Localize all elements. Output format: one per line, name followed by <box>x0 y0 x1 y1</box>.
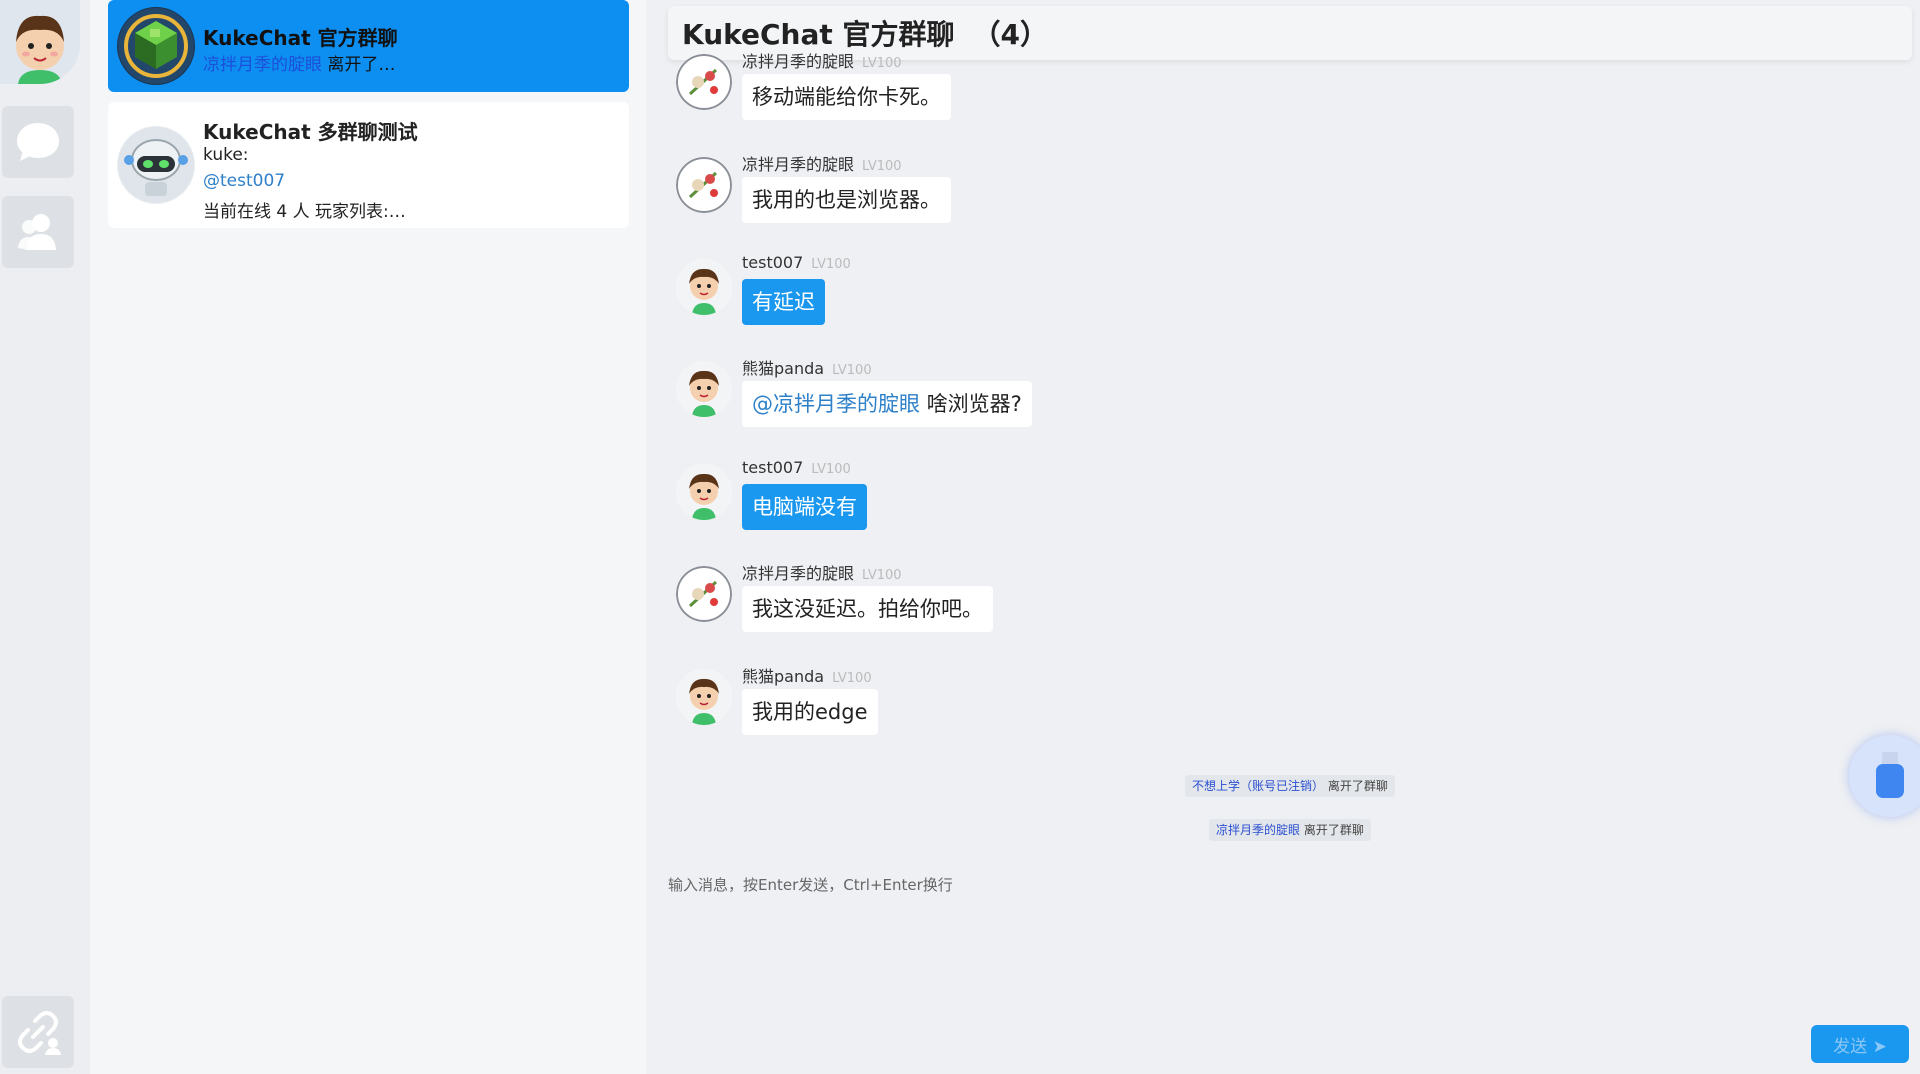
sender-name: test007 LV100 <box>742 458 851 477</box>
rail-chat-button[interactable] <box>2 106 74 178</box>
usb-drive-icon <box>1876 752 1904 798</box>
boy-avatar-icon <box>676 464 732 520</box>
sender-name-text: 熊猫panda <box>742 359 825 378</box>
member-count: （4） <box>972 18 1048 51</box>
contacts-icon <box>18 214 56 250</box>
sender-name-text: 熊猫panda <box>742 667 825 686</box>
level-badge: LV100 <box>832 671 872 686</box>
message-avatar[interactable] <box>676 566 732 622</box>
notice-user: 不想上学（账号已注销） <box>1192 779 1325 793</box>
message-text: 有延迟 <box>752 290 815 314</box>
sender-name: 熊猫panda LV100 <box>742 355 872 379</box>
level-badge: LV100 <box>811 462 851 477</box>
message-avatar[interactable] <box>676 361 732 417</box>
chat-message: 凉拌月季的腚眼 LV100 移动端能给你卡死。 <box>676 48 1276 144</box>
rose-avatar-icon <box>676 54 732 110</box>
message-bubble: 有延迟 <box>742 279 825 325</box>
robot-icon <box>118 127 194 203</box>
rail-contacts-button[interactable] <box>2 196 74 268</box>
notice-text: 离开了群聊 <box>1303 823 1364 837</box>
boy-avatar-icon <box>676 669 732 725</box>
message-text: 我这没延迟。拍给你吧。 <box>752 597 983 621</box>
sender-name-text: test007 <box>742 253 804 272</box>
message-avatar[interactable] <box>676 157 732 213</box>
sender-name: 熊猫panda LV100 <box>742 663 872 687</box>
preview-text: 离开了… <box>327 55 396 75</box>
sender-name-text: 凉拌月季的腚眼 <box>742 564 855 583</box>
sender-name: 凉拌月季的腚眼 LV100 <box>742 48 902 72</box>
conversation-preview: 凉拌月季的腚眼 离开了… <box>203 50 395 75</box>
chat-panel: KukeChat 官方群聊 （4） 凉拌月季的腚眼 LV100 移动端能给你卡死。凉… <box>646 0 1920 1074</box>
notice-text: 离开了群聊 <box>1327 779 1388 793</box>
group-avatar <box>117 126 195 204</box>
chat-message: 熊猫panda LV100 我用的edge <box>676 663 1276 759</box>
conversation-title: KukeChat 多群聊测试 <box>203 120 418 144</box>
chat-message: 凉拌月季的腚眼 LV100 我这没延迟。拍给你吧。 <box>676 560 1276 656</box>
mention-link[interactable]: @凉拌月季的腚眼 <box>752 392 920 416</box>
conversation-list: KukeChat 官方群聊 凉拌月季的腚眼 离开了… KukeChat 多群聊测… <box>90 0 646 1074</box>
conversation-item-multi-test[interactable]: KukeChat 多群聊测试 kuke: @test007 当前在线 4 人 玩… <box>108 102 629 228</box>
preview-user: 凉拌月季的腚眼 <box>203 55 322 75</box>
chat-message: test007 LV100 有延迟 <box>676 253 1276 349</box>
conversation-preview-line: 当前在线 4 人 玩家列表:… <box>203 202 406 222</box>
link-user-icon <box>18 1011 61 1055</box>
conversation-item-official[interactable]: KukeChat 官方群聊 凉拌月季的腚眼 离开了… <box>108 0 629 92</box>
sender-name: test007 LV100 <box>742 253 851 272</box>
message-text: 移动端能给你卡死。 <box>752 85 941 109</box>
level-badge: LV100 <box>862 568 902 583</box>
send-button[interactable]: 发送 ➤ <box>1811 1025 1909 1063</box>
minecraft-block-icon <box>118 8 194 84</box>
rose-avatar-icon <box>676 157 732 213</box>
chat-message: test007 LV100 电脑端没有 <box>676 458 1276 554</box>
system-notice: 不想上学（账号已注销） 离开了群聊 <box>1185 775 1395 797</box>
level-badge: LV100 <box>862 56 902 71</box>
message-avatar[interactable] <box>676 259 732 315</box>
sender-name: 凉拌月季的腚眼 LV100 <box>742 560 902 584</box>
conversation-title: KukeChat 官方群聊 <box>203 26 398 50</box>
message-avatar[interactable] <box>676 54 732 110</box>
conversation-preview-mention: @test007 <box>203 171 286 191</box>
message-text: 电脑端没有 <box>752 495 857 519</box>
message-bubble: 电脑端没有 <box>742 484 867 530</box>
sender-name-text: 凉拌月季的腚眼 <box>742 155 855 174</box>
level-badge: LV100 <box>832 363 872 378</box>
sender-name: 凉拌月季的腚眼 LV100 <box>742 151 902 175</box>
message-bubble: 我用的edge <box>742 689 878 735</box>
message-avatar[interactable] <box>676 464 732 520</box>
message-bubble: 我这没延迟。拍给你吧。 <box>742 586 993 632</box>
boy-avatar-icon <box>676 259 732 315</box>
message-bubble: @凉拌月季的腚眼 啥浏览器? <box>742 381 1032 427</box>
sender-name-text: test007 <box>742 458 804 477</box>
icon-rail <box>0 0 90 1074</box>
message-bubble: 移动端能给你卡死。 <box>742 74 951 120</box>
sender-name-text: 凉拌月季的腚眼 <box>742 52 855 71</box>
conversation-preview-line: kuke: <box>203 145 249 165</box>
notice-user: 凉拌月季的腚眼 <box>1216 823 1301 837</box>
message-text: 我用的也是浏览器。 <box>752 188 941 212</box>
rail-link-button[interactable] <box>2 996 74 1068</box>
chat-message: 熊猫panda LV100 @凉拌月季的腚眼 啥浏览器? <box>676 355 1276 451</box>
level-badge: LV100 <box>811 257 851 272</box>
message-bubble: 我用的也是浏览器。 <box>742 177 951 223</box>
message-avatar[interactable] <box>676 669 732 725</box>
boy-avatar-icon <box>676 361 732 417</box>
message-text: 我用的edge <box>752 700 868 724</box>
chat-message: 凉拌月季的腚眼 LV100 我用的也是浏览器。 <box>676 151 1276 247</box>
chat-bubble-icon <box>17 123 59 161</box>
group-avatar <box>117 7 195 85</box>
level-badge: LV100 <box>862 159 902 174</box>
message-input[interactable]: 输入消息，按Enter发送，Ctrl+Enter换行 <box>668 874 953 895</box>
rose-avatar-icon <box>676 566 732 622</box>
boy-avatar-icon <box>16 15 64 84</box>
message-text: 啥浏览器? <box>920 392 1022 416</box>
floating-action-button[interactable] <box>1849 735 1920 817</box>
system-notice: 凉拌月季的腚眼 离开了群聊 <box>1209 819 1371 841</box>
user-avatar[interactable] <box>0 0 80 84</box>
chat-title: KukeChat 官方群聊 <box>682 18 955 51</box>
